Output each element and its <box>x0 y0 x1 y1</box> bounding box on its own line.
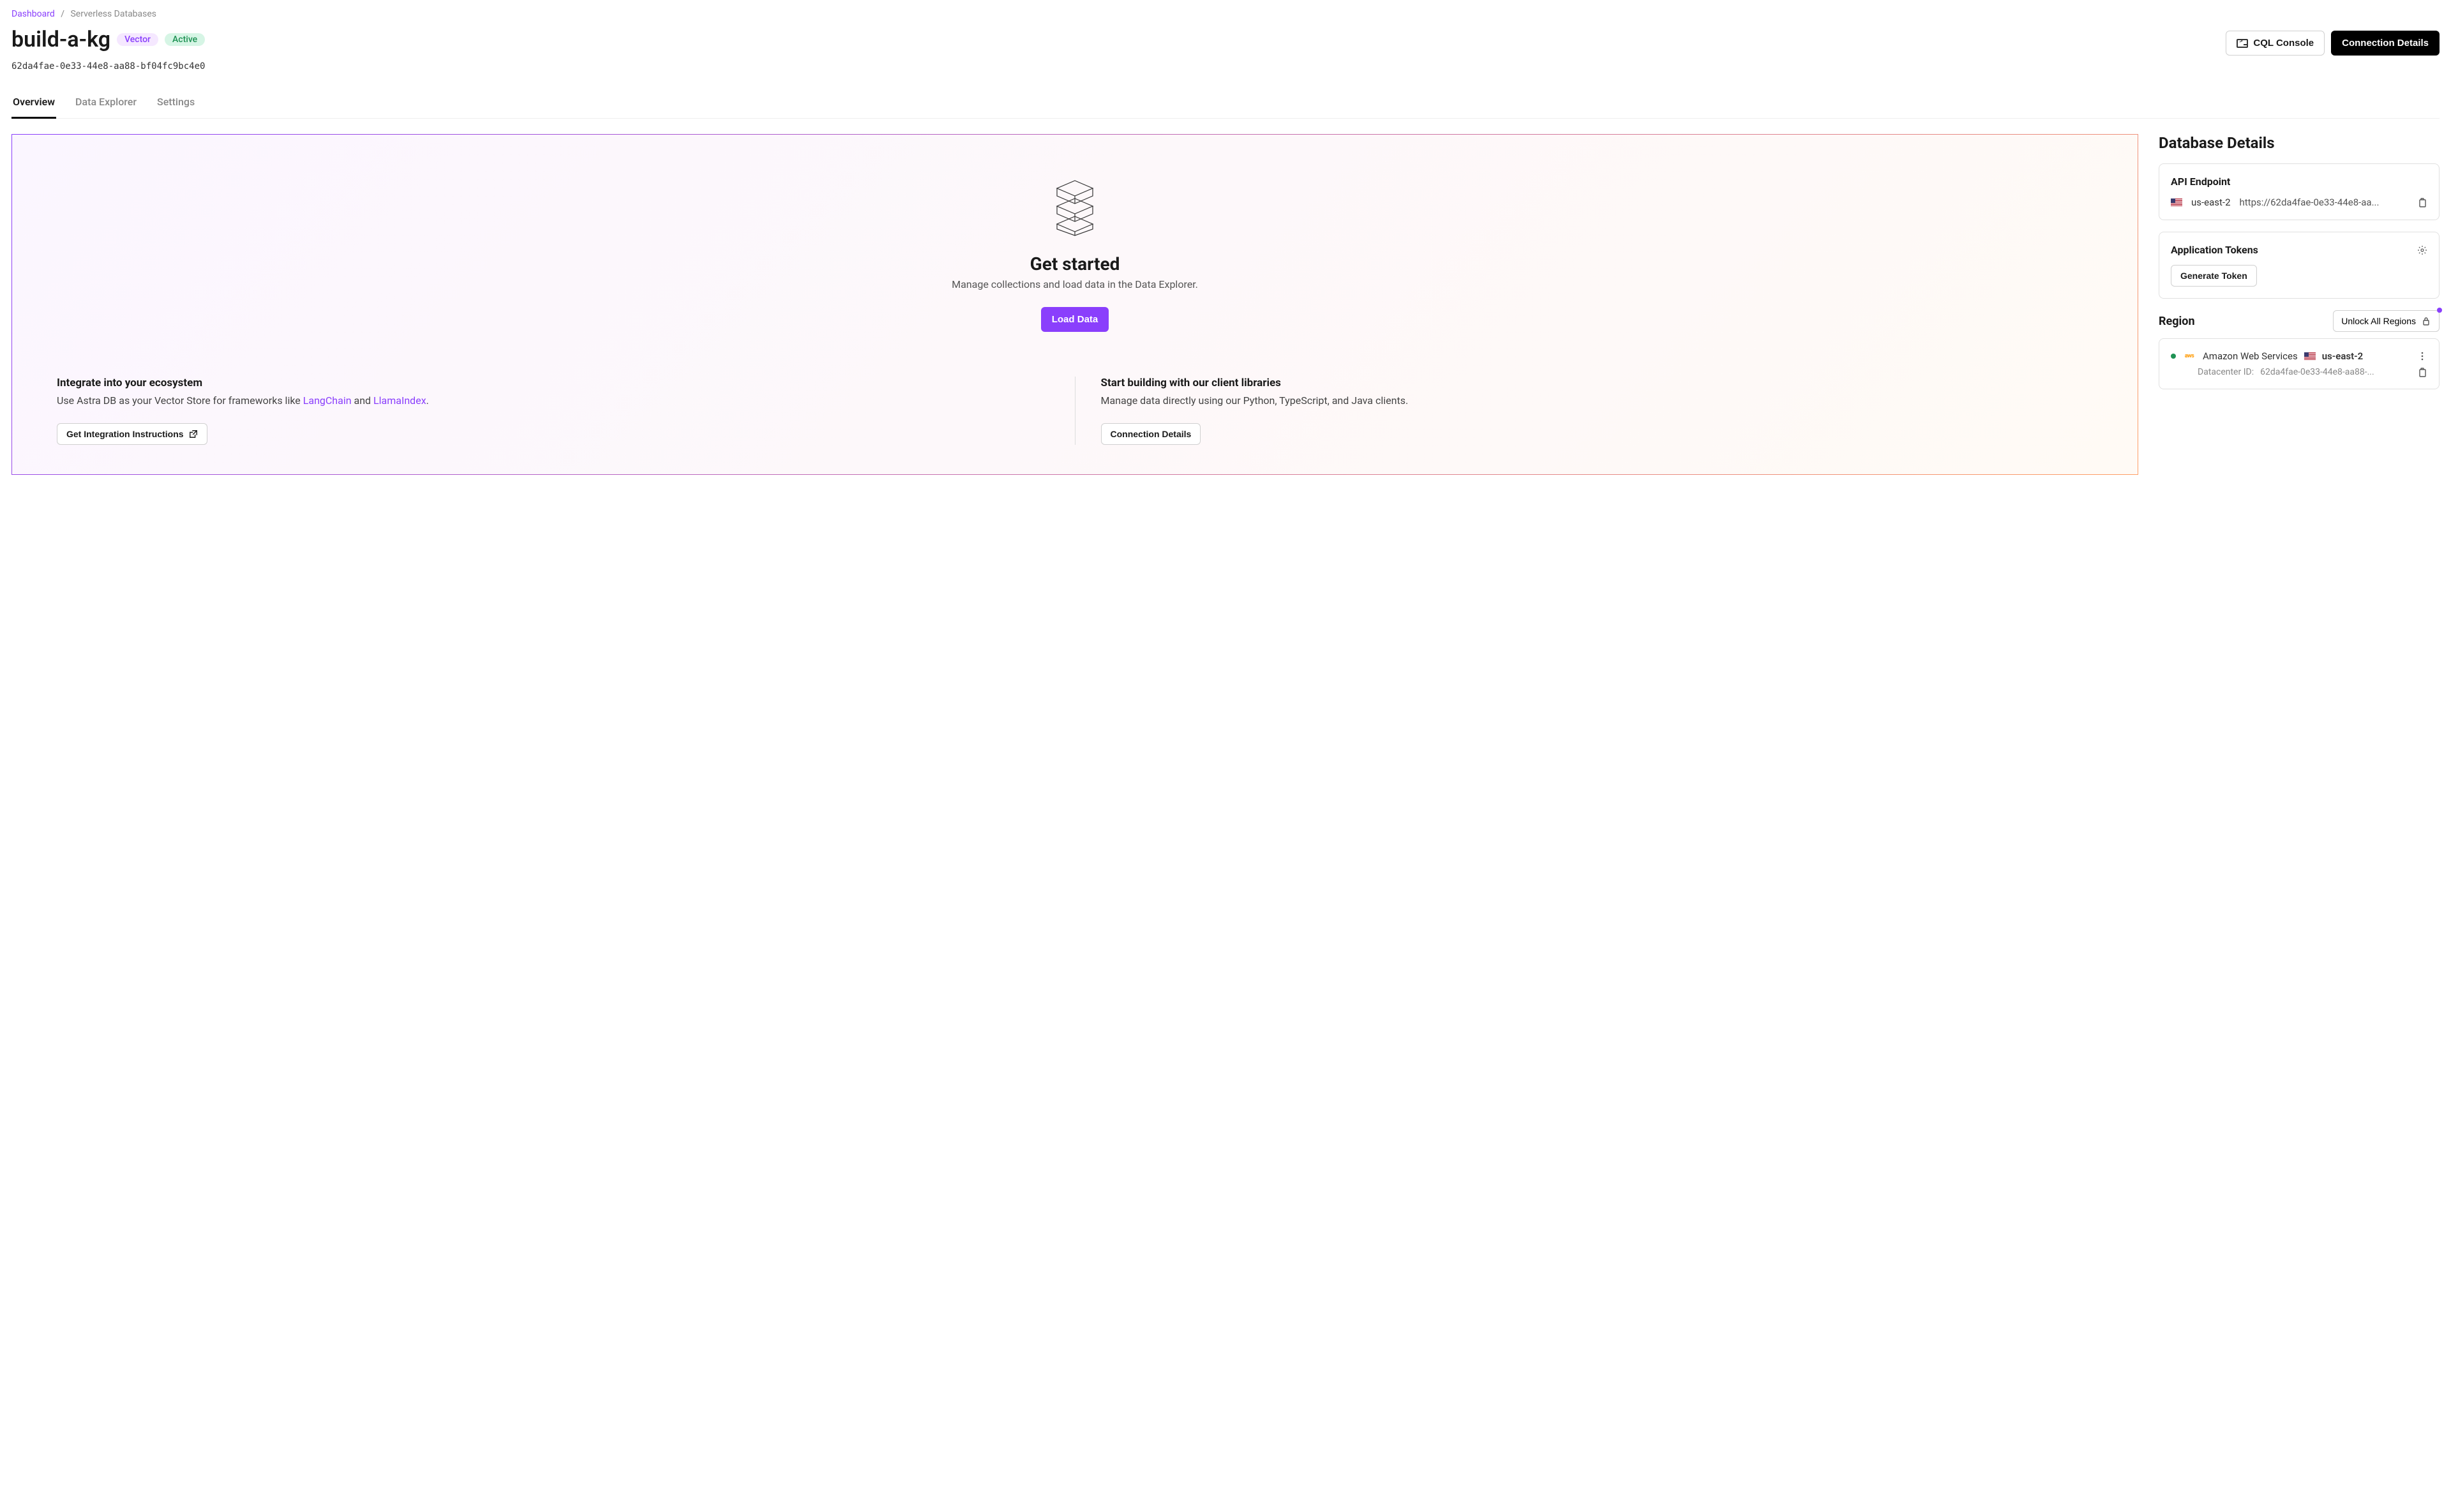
integrate-title: Integrate into your ecosystem <box>57 377 1049 389</box>
lock-icon <box>2421 316 2431 326</box>
application-tokens-card: Application Tokens Generate Token <box>2159 232 2440 299</box>
header-left: build-a-kg Vector Active 62da4fae-0e33-4… <box>11 27 205 71</box>
region-name: us-east-2 <box>2322 350 2364 362</box>
generate-token-button[interactable]: Generate Token <box>2171 265 2257 287</box>
datacenter-id-label: Datacenter ID: <box>2198 367 2254 377</box>
aws-logo-icon: aws <box>2182 353 2196 359</box>
external-link-icon <box>189 430 198 438</box>
breadcrumb-root-link[interactable]: Dashboard <box>11 9 55 19</box>
api-endpoint-card: API Endpoint us-east-2 https://62da4fae-… <box>2159 163 2440 220</box>
integrate-body: Use Astra DB as your Vector Store for fr… <box>57 393 1049 409</box>
copy-icon[interactable] <box>2417 367 2427 377</box>
cql-console-label: CQL Console <box>2253 38 2314 49</box>
status-dot-icon <box>2171 354 2176 359</box>
tab-overview[interactable]: Overview <box>11 89 56 119</box>
connection-details-button-hero[interactable]: Connection Details <box>1101 423 1201 445</box>
build-column: Start building with our client libraries… <box>1101 377 2094 445</box>
langchain-link[interactable]: LangChain <box>303 394 352 407</box>
column-divider <box>1075 377 1076 445</box>
database-stack-icon <box>1052 179 1098 239</box>
integration-instructions-button[interactable]: Get Integration Instructions <box>57 423 207 445</box>
database-id: 62da4fae-0e33-44e8-aa88-bf04fc9bc4e0 <box>11 61 205 71</box>
hero-title: Get started <box>1030 253 1120 274</box>
terminal-icon <box>2237 39 2248 48</box>
tab-data-explorer[interactable]: Data Explorer <box>74 89 138 118</box>
endpoint-region: us-east-2 <box>2191 197 2231 208</box>
cql-console-button[interactable]: CQL Console <box>2226 31 2325 56</box>
build-body: Manage data directly using our Python, T… <box>1101 393 2094 409</box>
region-heading: Region <box>2159 315 2195 328</box>
application-tokens-heading: Application Tokens <box>2171 244 2258 256</box>
kebab-menu-icon[interactable] <box>2417 351 2427 361</box>
database-name: build-a-kg <box>11 27 110 52</box>
status-badge: Active <box>165 33 205 46</box>
gear-icon[interactable] <box>2417 245 2427 255</box>
region-card: aws Amazon Web Services us-east-2 Datace… <box>2159 338 2440 389</box>
connection-details-button[interactable]: Connection Details <box>2331 31 2440 56</box>
provider-name: Amazon Web Services <box>2203 350 2298 362</box>
unlock-all-regions-button[interactable]: Unlock All Regions <box>2333 310 2440 332</box>
breadcrumb-separator: / <box>61 9 64 19</box>
tab-settings[interactable]: Settings <box>156 89 196 118</box>
hero-subtitle: Manage collections and load data in the … <box>952 278 1198 290</box>
us-flag-icon <box>2171 198 2182 206</box>
load-data-button[interactable]: Load Data <box>1041 307 1109 332</box>
tabs: Overview Data Explorer Settings <box>11 89 2440 119</box>
notification-dot-icon <box>2437 308 2442 313</box>
type-badge: Vector <box>117 33 158 46</box>
get-started-card: Get started Manage collections and load … <box>11 134 2138 475</box>
breadcrumb: Dashboard / Serverless Databases <box>11 9 2440 19</box>
copy-icon[interactable] <box>2417 197 2427 207</box>
build-title: Start building with our client libraries <box>1101 377 2094 389</box>
endpoint-url: https://62da4fae-0e33-44e8-aa... <box>2240 197 2409 208</box>
datacenter-id-value: 62da4fae-0e33-44e8-aa88-... <box>2260 367 2374 377</box>
us-flag-icon <box>2304 352 2316 360</box>
integrate-column: Integrate into your ecosystem Use Astra … <box>57 377 1049 445</box>
database-details-title: Database Details <box>2159 134 2440 152</box>
llamaindex-link[interactable]: LlamaIndex <box>373 394 426 407</box>
api-endpoint-heading: API Endpoint <box>2171 176 2427 188</box>
breadcrumb-current: Serverless Databases <box>70 9 156 19</box>
